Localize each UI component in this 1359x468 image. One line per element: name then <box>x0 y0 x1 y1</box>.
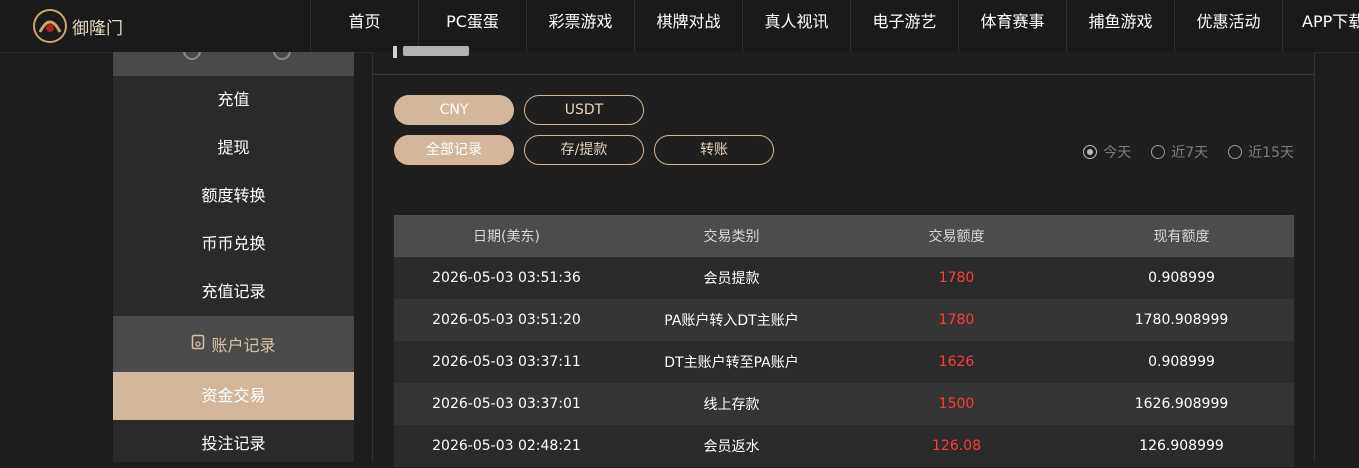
cell-balance: 0.908999 <box>1148 354 1215 370</box>
column-header-type: 交易类别 <box>703 229 760 245</box>
circle-icon <box>273 52 291 60</box>
table-row: 2026-05-03 02:48:21 会员返水 126.08 126.9089… <box>394 425 1294 467</box>
nav-item-app-download[interactable]: APP下载 <box>1282 0 1359 52</box>
nav-item-slots[interactable]: 电子游艺 <box>850 0 958 52</box>
record-tab-deposit-withdraw[interactable]: 存/提款 <box>524 135 644 165</box>
table-row: 2026-05-03 03:37:11 DT主账户转至PA账户 1626 0.9… <box>394 341 1294 383</box>
sidebar-item-coin-exchange[interactable]: 币币兑换 <box>113 220 354 268</box>
cell-amount: 1626 <box>938 354 975 370</box>
nav-item-chess[interactable]: 棋牌对战 <box>634 0 742 52</box>
cell-amount: 1780 <box>938 270 975 286</box>
nav-item-pc-dandan[interactable]: PC蛋蛋 <box>418 0 526 52</box>
title-bar-mark <box>393 46 397 58</box>
dragon-logo-icon <box>33 9 67 43</box>
transactions-table: 日期(美东) 交易类别 交易额度 现有额度 2026-05-03 03:51:3… <box>394 215 1294 467</box>
cell-date: 2026-05-03 02:48:21 <box>432 438 581 454</box>
sidebar-item-transfer[interactable]: 额度转换 <box>113 172 354 220</box>
date-filter-7days[interactable]: 近7天 <box>1151 142 1208 162</box>
main-nav: 首页 PC蛋蛋 彩票游戏 棋牌对战 真人视讯 电子游艺 体育赛事 捕鱼游戏 优惠… <box>310 0 1359 52</box>
cell-date: 2026-05-03 03:37:11 <box>432 354 581 370</box>
cell-date: 2026-05-03 03:51:20 <box>432 312 581 328</box>
date-filter-15days[interactable]: 近15天 <box>1228 142 1294 162</box>
cell-date: 2026-05-03 03:37:01 <box>432 396 581 412</box>
nav-item-sports[interactable]: 体育赛事 <box>958 0 1066 52</box>
cell-balance: 1780.908999 <box>1134 312 1229 328</box>
account-sidebar: 充值 提现 额度转换 币币兑换 充值记录 账户记录 资金交易 投注记录 <box>113 52 354 462</box>
column-header-balance: 现有额度 <box>1153 229 1210 245</box>
table-row: 2026-05-03 03:51:36 会员提款 1780 0.908999 <box>394 257 1294 299</box>
top-navigation-bar: 御隆门 首页 PC蛋蛋 彩票游戏 棋牌对战 真人视讯 电子游艺 体育赛事 捕鱼游… <box>0 0 1359 53</box>
cell-amount: 1780 <box>938 312 975 328</box>
cell-date: 2026-05-03 03:51:36 <box>432 270 581 286</box>
nav-item-live[interactable]: 真人视讯 <box>742 0 850 52</box>
currency-tab-usdt[interactable]: USDT <box>524 95 644 125</box>
sidebar-item-bet-records[interactable]: 投注记录 <box>113 420 354 468</box>
date-filter-label: 近7天 <box>1171 145 1209 161</box>
sidebar-item-deposit-records[interactable]: 充值记录 <box>113 268 354 316</box>
document-icon <box>191 334 205 354</box>
sidebar-item-withdraw[interactable]: 提现 <box>113 124 354 172</box>
cell-balance: 126.908999 <box>1139 438 1224 454</box>
cell-type: 会员提款 <box>703 271 760 287</box>
radio-icon <box>1228 145 1243 159</box>
currency-tab-cny[interactable]: CNY <box>394 95 514 125</box>
table-header-row: 日期(美东) 交易类别 交易额度 现有额度 <box>394 215 1294 257</box>
nav-item-promotions[interactable]: 优惠活动 <box>1174 0 1282 52</box>
cell-amount: 1500 <box>938 396 975 412</box>
cell-type: 会员返水 <box>703 439 760 455</box>
date-filter-today[interactable]: 今天 <box>1083 142 1131 162</box>
record-tab-all[interactable]: 全部记录 <box>394 135 514 165</box>
site-logo[interactable]: 御隆门 <box>30 6 134 46</box>
cell-balance: 1626.908999 <box>1134 396 1229 412</box>
nav-item-lottery[interactable]: 彩票游戏 <box>526 0 634 52</box>
panel-header-partial <box>373 46 1314 75</box>
column-header-amount: 交易额度 <box>928 229 985 245</box>
record-tab-transfer[interactable]: 转账 <box>654 135 774 165</box>
logo-text: 御隆门 <box>72 18 123 39</box>
table-row: 2026-05-03 03:51:20 PA账户转入DT主账户 1780 178… <box>394 299 1294 341</box>
circle-icon <box>183 52 201 60</box>
date-filter-group: 今天 近7天 近15天 <box>1063 142 1294 162</box>
sidebar-section-account-records: 账户记录 <box>113 316 354 372</box>
radio-icon <box>1151 145 1166 159</box>
sidebar-section-header-partial <box>113 52 354 76</box>
panel-title-partial <box>403 46 469 56</box>
column-header-date: 日期(美东) <box>473 229 540 245</box>
sidebar-section-label: 账户记录 <box>211 336 276 355</box>
cell-type: 线上存款 <box>703 397 760 413</box>
table-row: 2026-05-03 03:37:01 线上存款 1500 1626.90899… <box>394 383 1294 425</box>
date-filter-label: 今天 <box>1103 145 1132 161</box>
sidebar-item-fund-transactions[interactable]: 资金交易 <box>113 372 354 420</box>
nav-item-fishing[interactable]: 捕鱼游戏 <box>1066 0 1174 52</box>
cell-amount: 126.08 <box>932 438 981 454</box>
date-filter-label: 近15天 <box>1248 145 1294 161</box>
fund-transactions-panel: CNY USDT 全部记录 存/提款 转账 今天 近7天 近15天 日期(美东)… <box>372 46 1315 467</box>
radio-selected-icon <box>1083 145 1098 159</box>
cell-balance: 0.908999 <box>1148 270 1215 286</box>
sidebar-item-deposit[interactable]: 充值 <box>113 76 354 124</box>
cell-type: PA账户转入DT主账户 <box>664 313 799 329</box>
nav-item-home[interactable]: 首页 <box>310 0 418 52</box>
cell-type: DT主账户转至PA账户 <box>664 355 799 371</box>
